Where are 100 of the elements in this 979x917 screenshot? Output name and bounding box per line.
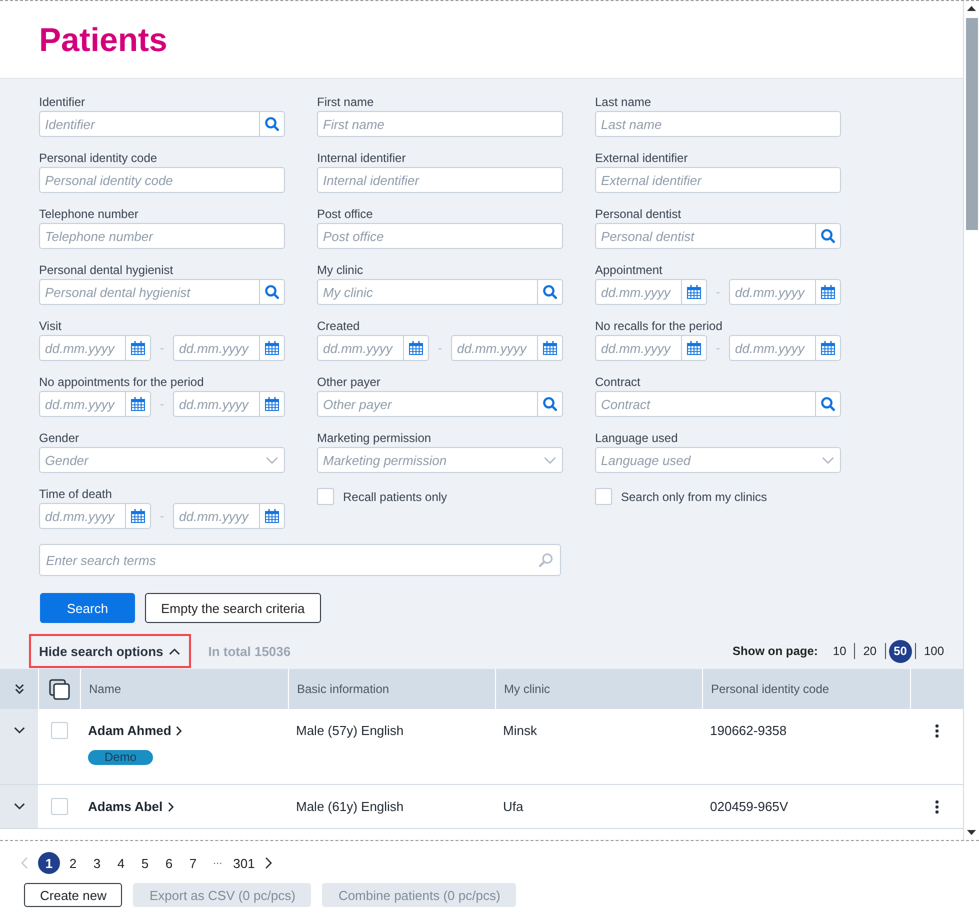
- overlapping-squares-icon[interactable]: [49, 678, 70, 700]
- calendar-button[interactable]: [815, 279, 841, 305]
- calendar-button[interactable]: [537, 335, 563, 361]
- date-input[interactable]: dd.mm.yyyy: [729, 335, 815, 361]
- lookup-input[interactable]: Identifier: [39, 111, 259, 137]
- text-input[interactable]: Post office: [317, 223, 563, 249]
- calendar-button[interactable]: [125, 391, 151, 417]
- range-separator: -: [159, 397, 165, 411]
- search-button[interactable]: Search: [40, 593, 135, 623]
- column-header[interactable]: Name: [80, 669, 288, 709]
- calendar-button[interactable]: [259, 391, 285, 417]
- calendar-button[interactable]: [125, 335, 151, 361]
- scroll-down-arrow-icon[interactable]: [967, 830, 976, 835]
- calendar-button[interactable]: [259, 335, 285, 361]
- checkbox-label[interactable]: Recall patients only: [343, 490, 448, 504]
- chevron-up-icon: [169, 648, 180, 654]
- field-label: Telephone number: [39, 207, 140, 221]
- column-header[interactable]: My clinic: [495, 669, 702, 709]
- date-input[interactable]: dd.mm.yyyy: [173, 503, 259, 529]
- date-input[interactable]: dd.mm.yyyy: [173, 391, 259, 417]
- lookup-input[interactable]: My clinic: [317, 279, 537, 305]
- date-input[interactable]: dd.mm.yyyy: [595, 335, 681, 361]
- page-size-option[interactable]: 10: [828, 640, 852, 662]
- row-checkbox[interactable]: [50, 798, 68, 815]
- page-button[interactable]: 5: [134, 852, 156, 874]
- date-input[interactable]: dd.mm.yyyy: [39, 391, 125, 417]
- field-label: Contract: [595, 375, 642, 389]
- date-input[interactable]: dd.mm.yyyy: [451, 335, 537, 361]
- field-label: External identifier: [595, 151, 689, 165]
- page-title: Patients: [39, 20, 168, 60]
- field-label: Last name: [595, 95, 652, 109]
- page-button[interactable]: 7: [182, 852, 204, 874]
- search-terms-field[interactable]: Enter search terms: [39, 544, 561, 576]
- calendar-button[interactable]: [681, 279, 707, 305]
- date-input[interactable]: dd.mm.yyyy: [173, 335, 259, 361]
- text-input[interactable]: First name: [317, 111, 563, 137]
- clear-criteria-button[interactable]: Empty the search criteria: [145, 593, 321, 623]
- text-input[interactable]: Last name: [595, 111, 841, 137]
- calendar-button[interactable]: [681, 335, 707, 361]
- search-button[interactable]: [259, 111, 285, 137]
- date-input[interactable]: dd.mm.yyyy: [39, 503, 125, 529]
- search-button[interactable]: [815, 223, 841, 249]
- calendar-button[interactable]: [259, 503, 285, 529]
- checkbox[interactable]: [595, 488, 612, 505]
- search-icon: [821, 229, 835, 243]
- lookup-input[interactable]: Contract: [595, 391, 815, 417]
- table-cell-text: Male (57y) English: [295, 722, 405, 740]
- text-input[interactable]: Internal identifier: [317, 167, 563, 193]
- patient-name-link[interactable]: Adams Abel: [88, 798, 174, 815]
- text-input[interactable]: External identifier: [595, 167, 841, 193]
- text-input[interactable]: Telephone number: [39, 223, 285, 249]
- calendar-button[interactable]: [815, 335, 841, 361]
- page-size-option[interactable]: 20: [858, 640, 882, 662]
- scrollbar-thumb[interactable]: [966, 18, 978, 230]
- calendar-icon: [265, 509, 279, 523]
- page-size-option[interactable]: 50: [888, 640, 912, 662]
- page-size-option[interactable]: 100: [918, 640, 949, 662]
- date-input[interactable]: dd.mm.yyyy: [729, 279, 815, 305]
- row-checkbox[interactable]: [50, 722, 68, 739]
- patient-name-link[interactable]: Adam Ahmed: [88, 722, 182, 739]
- checkbox-label[interactable]: Search only from my clinics: [621, 490, 768, 504]
- calendar-button[interactable]: [125, 503, 151, 529]
- kebab-menu-icon[interactable]: [934, 800, 938, 814]
- search-button[interactable]: [537, 391, 563, 417]
- lookup-input[interactable]: Personal dental hygienist: [39, 279, 259, 305]
- scrollbar[interactable]: [963, 1, 979, 840]
- page-button[interactable]: 6: [158, 852, 180, 874]
- search-button[interactable]: [259, 279, 285, 305]
- page-button[interactable]: 1: [38, 852, 60, 874]
- calendar-icon: [821, 341, 835, 355]
- chevron-down-icon[interactable]: [14, 727, 24, 734]
- field-label: Appointment: [595, 263, 664, 277]
- chevron-down-icon[interactable]: [14, 803, 24, 810]
- search-button[interactable]: [815, 391, 841, 417]
- chevron-right-icon[interactable]: [264, 857, 272, 869]
- calendar-button[interactable]: [403, 335, 429, 361]
- column-header[interactable]: Personal identity code: [702, 669, 910, 709]
- search-button[interactable]: [537, 279, 563, 305]
- lookup-input[interactable]: Other payer: [317, 391, 537, 417]
- field-label: First name: [317, 95, 375, 109]
- hide-search-options-button[interactable]: Hide search options: [29, 634, 192, 668]
- chevron-right-icon: [176, 726, 182, 736]
- date-input[interactable]: dd.mm.yyyy: [595, 279, 681, 305]
- scroll-up-arrow-icon[interactable]: [967, 6, 976, 11]
- double-chevron-down-icon[interactable]: [14, 684, 24, 694]
- checkbox[interactable]: [317, 488, 334, 505]
- page-button[interactable]: 301: [231, 852, 257, 874]
- text-input[interactable]: Personal identity code: [39, 167, 285, 193]
- lookup-input[interactable]: Personal dentist: [595, 223, 815, 249]
- field-label: Visit: [39, 319, 62, 333]
- column-header[interactable]: Basic information: [288, 669, 495, 709]
- kebab-menu-icon[interactable]: [934, 724, 938, 738]
- create-new-button[interactable]: Create new: [24, 883, 122, 907]
- page-button[interactable]: 3: [86, 852, 108, 874]
- page-button[interactable]: 2: [62, 852, 84, 874]
- date-input[interactable]: dd.mm.yyyy: [317, 335, 403, 361]
- field-label: Post office: [317, 207, 374, 221]
- page-button[interactable]: 4: [110, 852, 132, 874]
- date-input[interactable]: dd.mm.yyyy: [39, 335, 125, 361]
- search-icon: [543, 397, 557, 411]
